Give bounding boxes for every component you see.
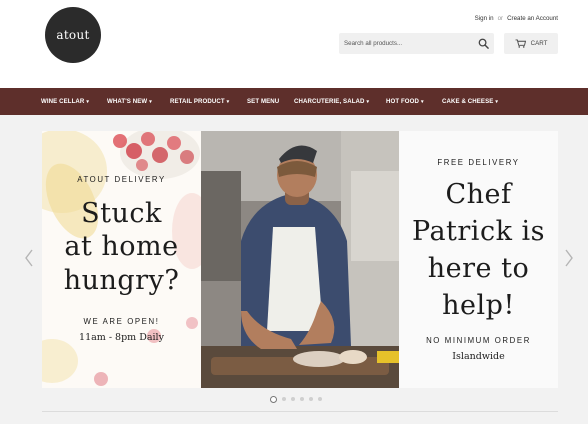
carousel-dot[interactable] [318,397,322,401]
chevron-down-icon: ▾ [420,99,424,105]
nav-item-whats-new[interactable]: WHAT'S NEW ▾ [107,88,152,115]
cart-label: CART [530,40,548,47]
min-order-label: NO MINIMUM ORDER [426,336,531,345]
chevron-left-icon[interactable] [24,248,34,268]
carousel-dot[interactable] [300,397,304,401]
carousel-dot[interactable] [282,397,286,401]
slide-headline-right-line1: Chef [445,179,512,210]
nav-label: SET MENU [247,98,280,105]
opening-hours: 11am - 8pm Daily [79,332,164,343]
slide-eyebrow: ATOUT DELIVERY [77,175,166,184]
chevron-down-icon: ▾ [366,99,370,105]
slide-panel-left: ATOUT DELIVERY Stuck at home hungry? WE … [42,131,201,388]
chevron-down-icon: ▾ [149,99,152,105]
slide-headline-line1: Stuck [81,198,162,229]
sign-in-link[interactable]: Sign in [475,15,494,22]
nav-label: RETAIL PRODUCT [170,98,225,105]
account-links: Sign in or Create an Account [475,15,558,22]
nav-label: CAKE & CHEESE [442,98,494,105]
cart-button[interactable]: CART [504,33,558,54]
chevron-down-icon: ▾ [495,99,499,105]
nav-label: WINE CELLAR [41,98,85,105]
site-logo[interactable]: atout [45,7,101,63]
main-nav: WINE CELLAR ▾ WHAT'S NEW ▾ RETAIL PRODUCT ▾… [0,88,588,115]
carousel-dots [270,395,322,403]
section-divider [42,411,558,412]
site-header: atout Sign inorCreate an Account CART [0,0,588,88]
logo-text: atout [56,28,90,42]
slide-headline-right-line3: here to [427,253,530,284]
hero-slide[interactable]: ATOUT DELIVERY Stuck at home hungry? WE … [42,131,558,388]
slide-headline-line3: hungry? [63,265,180,296]
slide-headline-right-line2: Patrick is [412,216,545,247]
delivery-area: Islandwide [452,351,505,362]
or-separator: or [497,15,504,22]
chef-photo [201,131,399,388]
chevron-down-icon: ▾ [86,99,90,105]
chevron-down-icon: ▾ [226,99,230,105]
nav-item-wine-cellar[interactable]: WINE CELLAR ▾ [41,88,89,115]
cart-icon [515,39,526,48]
slide-panel-right: FREE DELIVERY Chef Patrick is here to he… [399,131,558,388]
slide-headline-line2: at home [64,231,179,262]
nav-item-set-menu[interactable]: SET MENU [247,88,279,115]
nav-item-cake-cheese[interactable]: CAKE & CHEESE ▾ [442,88,498,115]
slide-headline-right-line4: help! [442,290,515,321]
nav-item-charcuterie-salad[interactable]: CHARCUTERIE, SALAD ▾ [294,88,369,115]
carousel-dot[interactable] [309,397,313,401]
nav-item-hot-food[interactable]: HOT FOOD ▾ [386,88,424,115]
search-box [339,33,494,54]
nav-label: WHAT'S NEW [107,98,148,105]
carousel-dot[interactable] [291,397,295,401]
slide-eyebrow-right: FREE DELIVERY [437,158,520,167]
carousel-dot[interactable] [270,395,277,403]
chevron-right-icon[interactable] [564,248,574,268]
search-icon[interactable] [478,38,489,49]
nav-label: CHARCUTERIE, SALAD [294,98,365,105]
nav-item-retail-product[interactable]: RETAIL PRODUCT ▾ [170,88,229,115]
create-account-link[interactable]: Create an Account [507,15,558,22]
chef-image [201,131,399,388]
nav-label: HOT FOOD [386,98,419,105]
search-input[interactable] [344,37,469,50]
open-label: WE ARE OPEN! [83,317,160,326]
